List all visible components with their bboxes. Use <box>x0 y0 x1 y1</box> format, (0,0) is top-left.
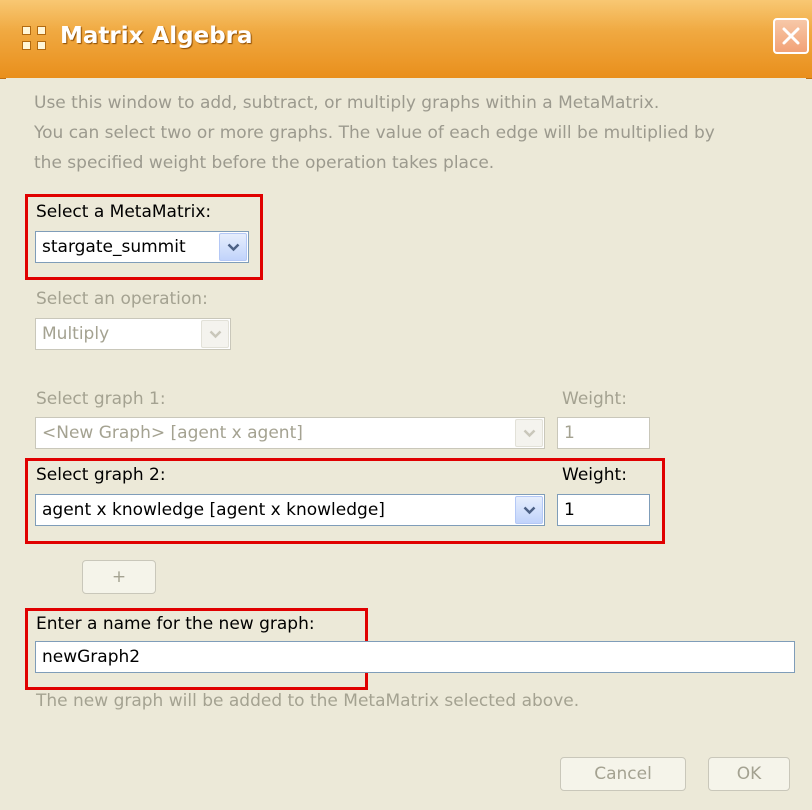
metamatrix-value: stargate_summit <box>42 237 186 257</box>
chevron-down-icon[interactable] <box>515 496 543 524</box>
add-graph-button[interactable]: + <box>82 560 156 594</box>
new-graph-label: Enter a name for the new graph: <box>36 614 315 634</box>
new-graph-name-input[interactable]: newGraph2 <box>35 641 795 673</box>
chevron-down-icon[interactable] <box>515 419 543 447</box>
dialog-content: Use this window to add, subtract, or mul… <box>6 78 806 804</box>
new-graph-name-value: newGraph2 <box>42 647 141 667</box>
operation-label: Select an operation: <box>36 289 208 309</box>
operation-value: Multiply <box>42 324 110 344</box>
graph1-weight-input[interactable]: 1 <box>557 417 650 449</box>
graph2-weight-value: 1 <box>564 500 575 520</box>
description-line: You can select two or more graphs. The v… <box>34 123 715 143</box>
matrix-algebra-dialog: Matrix Algebra Use this window to add, s… <box>0 0 812 810</box>
graph1-weight-label: Weight: <box>562 389 627 409</box>
new-graph-hint: The new graph will be added to the MetaM… <box>36 691 580 711</box>
graph2-weight-input[interactable]: 1 <box>557 494 650 526</box>
window-title: Matrix Algebra <box>60 23 253 49</box>
metamatrix-select[interactable]: stargate_summit <box>35 231 249 263</box>
graph2-value: agent x knowledge [agent x knowledge] <box>42 500 385 520</box>
graph2-select[interactable]: agent x knowledge [agent x knowledge] <box>35 494 545 526</box>
graph1-select[interactable]: <New Graph> [agent x agent] <box>35 417 545 449</box>
description-line: the specified weight before the operatio… <box>34 153 495 173</box>
graph1-label: Select graph 1: <box>36 389 166 409</box>
close-icon <box>782 27 800 45</box>
close-button[interactable] <box>773 18 809 54</box>
title-bar[interactable]: Matrix Algebra <box>0 0 812 79</box>
chevron-down-icon[interactable] <box>201 320 229 348</box>
description-line: Use this window to add, subtract, or mul… <box>34 93 660 113</box>
metamatrix-label: Select a MetaMatrix: <box>36 202 212 222</box>
graph2-label: Select graph 2: <box>36 465 166 485</box>
ok-button[interactable]: OK <box>708 757 790 791</box>
graph1-weight-value: 1 <box>564 423 575 443</box>
app-icon <box>22 26 48 52</box>
chevron-down-icon[interactable] <box>219 233 247 261</box>
cancel-button[interactable]: Cancel <box>560 757 686 791</box>
graph1-value: <New Graph> [agent x agent] <box>42 423 303 443</box>
description: Use this window to add, subtract, or mul… <box>34 88 804 178</box>
graph2-weight-label: Weight: <box>562 465 627 485</box>
operation-select[interactable]: Multiply <box>35 318 231 350</box>
